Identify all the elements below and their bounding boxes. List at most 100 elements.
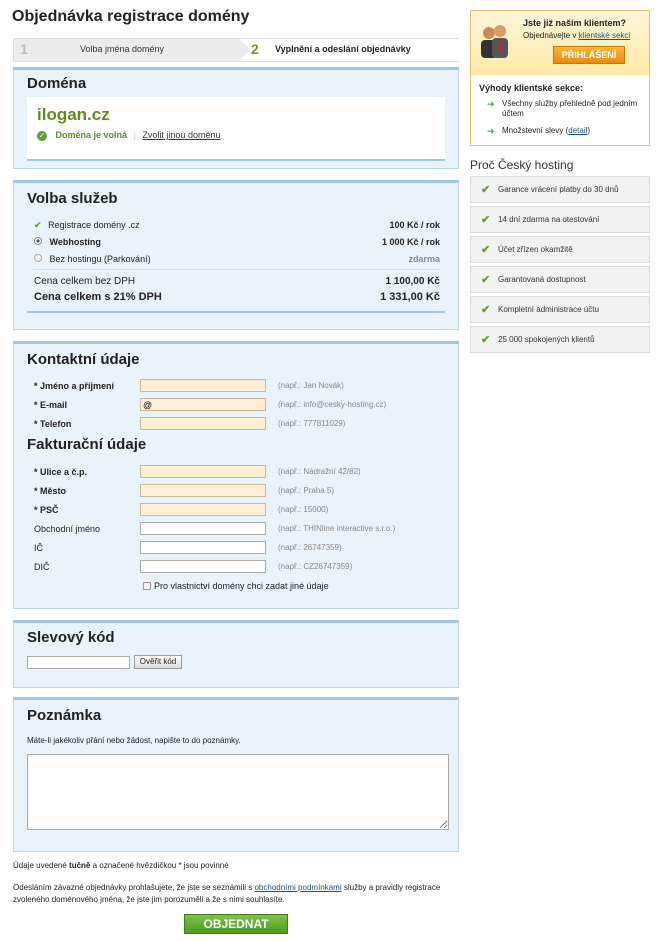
check-icon: ✔	[481, 304, 491, 316]
total-net-label: Cena celkem bez DPH	[34, 276, 136, 287]
login-button[interactable]: PŘIHLÁŠENÍ	[553, 46, 625, 64]
total-net-value: 1 100,00 Kč	[385, 276, 441, 287]
note-heading: Poznámka	[27, 707, 102, 724]
services-heading: Volba služeb	[27, 190, 118, 207]
terms-text: Odesláním závazné objednávky prohlašujet…	[13, 883, 255, 892]
owner-checkbox-label: Pro vlastnictví domény chci zadat jiné ú…	[154, 581, 329, 591]
step-1-number: 1	[20, 41, 28, 57]
dic-label: DIČ	[34, 562, 50, 572]
why-item-label: Účet zřízen okamžitě	[498, 245, 573, 254]
radio-selected[interactable]	[34, 237, 42, 245]
domain-heading: Doména	[27, 75, 87, 92]
service-label: Registrace domény .cz	[48, 220, 140, 230]
total-net-row: Cena celkem bez DPH 1 100,00 Kč	[34, 276, 440, 287]
email-hint: (např.: info@cesky-hosting.cz)	[278, 400, 387, 409]
contact-heading: Kontaktní údaje	[27, 351, 140, 368]
page-title: Objednávka registrace domény	[12, 8, 250, 25]
check-icon: ✔	[481, 274, 491, 286]
check-icon: ✔	[481, 184, 491, 196]
step-2-label: Vyplnění a odeslání objednávky	[275, 44, 411, 54]
dic-input[interactable]	[140, 560, 266, 573]
company-hint: (např.: THINline interactive s.r.o.)	[278, 524, 396, 533]
check-icon: ✔	[481, 334, 491, 346]
total-gross-row: Cena celkem s 21% DPH 1 331,00 Kč	[34, 291, 440, 303]
name-label: * Jméno a příjmení	[34, 381, 115, 391]
total-gross-value: 1 331,00 Kč	[380, 291, 440, 303]
client-subtitle-text: Objednávejte v	[523, 31, 579, 40]
owner-checkbox[interactable]	[143, 582, 151, 590]
step-2-number: 2	[251, 41, 259, 57]
check-icon: ✔	[481, 244, 491, 256]
domain-card: ilogan.cz ✓ Doména je volná | Zvolit jin…	[27, 97, 445, 161]
client-subtitle: Objednávejte v klientské sekci	[523, 31, 630, 40]
company-label: Obchodní jméno	[34, 524, 101, 534]
benefits-title: Výhody klientské sekce:	[479, 83, 584, 93]
ico-hint: (např.: 26747359)	[278, 543, 342, 552]
service-row[interactable]: Webhosting 1 000 Kč / rok	[34, 237, 440, 247]
detail-link[interactable]: detail	[568, 126, 587, 135]
submit-order-button[interactable]: OBJEDNAT	[184, 914, 288, 934]
step-arrow-icon	[239, 39, 251, 61]
check-circle-icon: ✓	[37, 131, 47, 141]
email-input[interactable]	[140, 398, 266, 411]
terms-note: Odesláním závazné objednávky prohlašujet…	[13, 882, 443, 906]
client-section-link[interactable]: klientské sekci	[579, 31, 631, 40]
street-label: * Ulice a č.p.	[34, 467, 88, 477]
why-item-label: 25 000 spokojených klientů	[498, 335, 595, 344]
why-item-label: Garance vrácení platby do 30 dnů	[498, 185, 619, 194]
company-input[interactable]	[140, 522, 266, 535]
step-1-label: Volba jména domény	[80, 44, 165, 54]
note-textarea[interactable]	[27, 754, 449, 830]
why-item: ✔ Garance vrácení platby do 30 dnů	[470, 176, 650, 203]
benefit-item: Množstevní slevy (detail)	[502, 126, 590, 135]
ico-input[interactable]	[140, 541, 266, 554]
step-2: 2 Vyplnění a odeslání objednávky	[239, 39, 459, 61]
required-note: Údaje uvedené tučně a označené hvězdičko…	[13, 861, 229, 870]
why-item: ✔ Kompletní administrace účtu	[470, 296, 650, 323]
why-heading: Proč Český hosting	[470, 158, 574, 172]
discount-code-input[interactable]	[27, 656, 130, 669]
client-box: Jste již naším klientem? Objednávejte v …	[470, 10, 650, 146]
note-section: Poznámka Máte-li jakékoliv přání nebo žá…	[13, 697, 459, 852]
terms-link[interactable]: obchodními podmínkami	[254, 883, 341, 892]
arrow-right-icon: ➜	[487, 126, 495, 136]
phone-input[interactable]	[140, 417, 266, 430]
why-item: ✔ 25 000 spokojených klientů	[470, 326, 650, 353]
phone-hint: (např.: 777811029)	[278, 419, 346, 428]
service-price: 100 Kč / rok	[389, 220, 440, 230]
domain-status: Doména je volná	[55, 130, 128, 140]
radio-unselected[interactable]	[34, 254, 42, 262]
required-note-bold: tučně	[69, 861, 91, 870]
street-hint: (např.: Nádražní 42/82)	[278, 467, 361, 476]
billing-heading: Fakturační údaje	[27, 436, 147, 453]
check-icon: ✔	[481, 214, 491, 226]
ico-label: IČ	[34, 543, 43, 553]
step-1[interactable]: 1 Volba jména domény	[14, 39, 239, 61]
discount-section: Slevový kód Ověřit kód	[13, 620, 459, 688]
why-item-label: 14 dní zdarma na otestování	[498, 215, 600, 224]
arrow-right-icon: ➜	[487, 99, 495, 109]
change-domain-link[interactable]: Zvolit jinou doménu	[142, 130, 220, 140]
service-price: 1 000 Kč / rok	[381, 237, 440, 247]
phone-label: * Telefon	[34, 419, 72, 429]
why-item: ✔ Účet zřízen okamžitě	[470, 236, 650, 263]
progress-steps: 1 Volba jména domény 2 Vyplnění a odeslá…	[13, 38, 459, 62]
zip-label: * PSČ	[34, 505, 59, 515]
verify-code-button[interactable]: Ověřit kód	[134, 655, 182, 669]
zip-hint: (např.: 15000)	[278, 505, 329, 514]
service-row: ✔ Registrace domény .cz 100 Kč / rok	[34, 220, 440, 231]
benefit-item: Všechny služby přehledně pod jedním účte…	[502, 99, 638, 118]
zip-input[interactable]	[140, 503, 266, 516]
name-hint: (např.: Jan Novák)	[278, 381, 344, 390]
service-price: zdarma	[408, 254, 440, 264]
required-note-text: a označené hvězdičkou * jsou povinné	[90, 861, 229, 870]
check-icon: ✔	[34, 220, 42, 230]
street-input[interactable]	[140, 465, 266, 478]
service-row[interactable]: Bez hostingu (Parkování) zdarma	[34, 254, 440, 264]
name-input[interactable]	[140, 379, 266, 392]
clients-avatar-icon	[479, 21, 509, 61]
city-input[interactable]	[140, 484, 266, 497]
service-label: Webhosting	[49, 237, 101, 247]
why-item-label: Garantovaná dostupnost	[498, 275, 586, 284]
required-note-text: Údaje uvedené	[13, 861, 70, 870]
